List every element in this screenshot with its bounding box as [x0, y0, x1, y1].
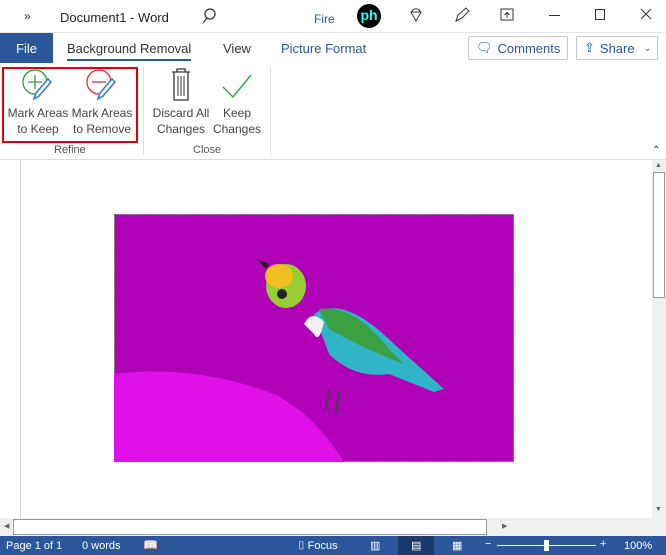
zoom-out-button[interactable]: −	[485, 538, 491, 550]
zoom-in-button[interactable]: +	[600, 538, 606, 550]
diamond-icon[interactable]	[408, 7, 424, 23]
search-icon[interactable]	[200, 7, 218, 25]
focus-button[interactable]: ⌷ Focus	[298, 540, 338, 553]
close-icon[interactable]	[640, 8, 652, 20]
trash-icon	[172, 68, 190, 101]
search-hint: Fire	[314, 12, 335, 26]
zoom-slider-thumb[interactable]	[544, 540, 549, 551]
tab-picture-format[interactable]: Picture Format	[281, 41, 366, 56]
quick-access-expand[interactable]: »	[24, 9, 31, 23]
document-page[interactable]	[20, 160, 652, 518]
focus-label: Focus	[307, 540, 338, 552]
mark-areas-to-keep-button[interactable]: Mark Areas to Keep	[6, 67, 70, 137]
mark-areas-to-remove-button[interactable]: Mark Areas to Remove	[70, 67, 134, 137]
share-icon: ⇪	[584, 40, 595, 55]
vertical-scrollbar[interactable]: ▲ ▼	[652, 160, 666, 518]
separator	[270, 67, 271, 155]
minimize-button[interactable]	[549, 15, 560, 16]
share-button[interactable]: ⇪ Share ⌄	[576, 36, 658, 60]
tab-background-removal[interactable]: Background Removal	[67, 41, 192, 61]
ribbon-display-icon[interactable]	[500, 8, 514, 22]
window-title: Document1 - Word	[60, 10, 169, 25]
mark-keep-icon	[22, 69, 53, 101]
group-label-close: Close	[193, 144, 222, 156]
group-label-refine: Refine	[54, 144, 86, 156]
status-bar: Page 1 of 1 0 words 📖 ⌷ Focus ▥ ▤ ▦ − + …	[0, 536, 666, 555]
comment-icon: 🗨	[476, 40, 493, 55]
discard-all-changes-button[interactable]: Discard All Changes	[149, 67, 213, 137]
maximize-button[interactable]	[595, 9, 605, 20]
scroll-down-icon[interactable]: ▼	[655, 506, 662, 513]
mark-remove-icon	[86, 69, 117, 101]
label: Changes	[212, 122, 262, 136]
label: to Remove	[72, 122, 132, 136]
separator	[143, 67, 144, 155]
zoom-level[interactable]: 100%	[624, 540, 652, 552]
tab-file[interactable]: File	[0, 33, 53, 63]
logo-icon: ph	[357, 4, 381, 28]
title-bar: » Document1 - Word Fire ph	[0, 0, 666, 33]
vertical-scroll-thumb[interactable]	[653, 172, 665, 298]
page-count[interactable]: Page 1 of 1	[6, 540, 62, 552]
comments-button[interactable]: 🗨 Comments	[468, 36, 568, 60]
scroll-left-icon[interactable]: ◀	[4, 522, 9, 530]
comments-label: Comments	[497, 40, 561, 56]
checkmark-icon	[222, 74, 252, 99]
label: to Keep	[17, 122, 59, 136]
keep-changes-button[interactable]: Keep Changes	[211, 67, 263, 137]
scroll-up-icon[interactable]: ▲	[655, 162, 662, 169]
ribbon-tabs: File Background Removal View Picture For…	[0, 33, 666, 63]
read-mode-icon[interactable]: ▥	[370, 539, 380, 552]
print-layout-button[interactable]: ▤	[398, 536, 434, 555]
horizontal-scrollbar[interactable]: ◀ ▶	[0, 518, 666, 536]
web-layout-icon[interactable]: ▦	[452, 539, 462, 552]
label: Discard All	[152, 106, 210, 120]
print-layout-icon: ▤	[411, 540, 422, 552]
ribbon: Mark Areas to Keep Mark Areas to Remove Di…	[0, 63, 666, 160]
word-count[interactable]: 0 words	[82, 540, 121, 552]
chevron-down-icon[interactable]: ⌄	[644, 43, 652, 54]
share-label: Share	[599, 40, 635, 56]
label: Mark Areas	[7, 106, 69, 120]
proofing-icon[interactable]: 📖	[143, 538, 158, 552]
label: Mark Areas	[71, 106, 133, 120]
label: Keep	[222, 106, 252, 120]
horizontal-scroll-thumb[interactable]	[13, 519, 487, 535]
scroll-right-icon[interactable]: ▶	[502, 522, 507, 530]
tab-view[interactable]: View	[223, 41, 251, 56]
picture[interactable]	[114, 214, 514, 462]
collapse-ribbon-icon[interactable]: ⌃	[652, 145, 660, 156]
pen-icon[interactable]	[453, 6, 471, 24]
label: Changes	[156, 122, 206, 136]
